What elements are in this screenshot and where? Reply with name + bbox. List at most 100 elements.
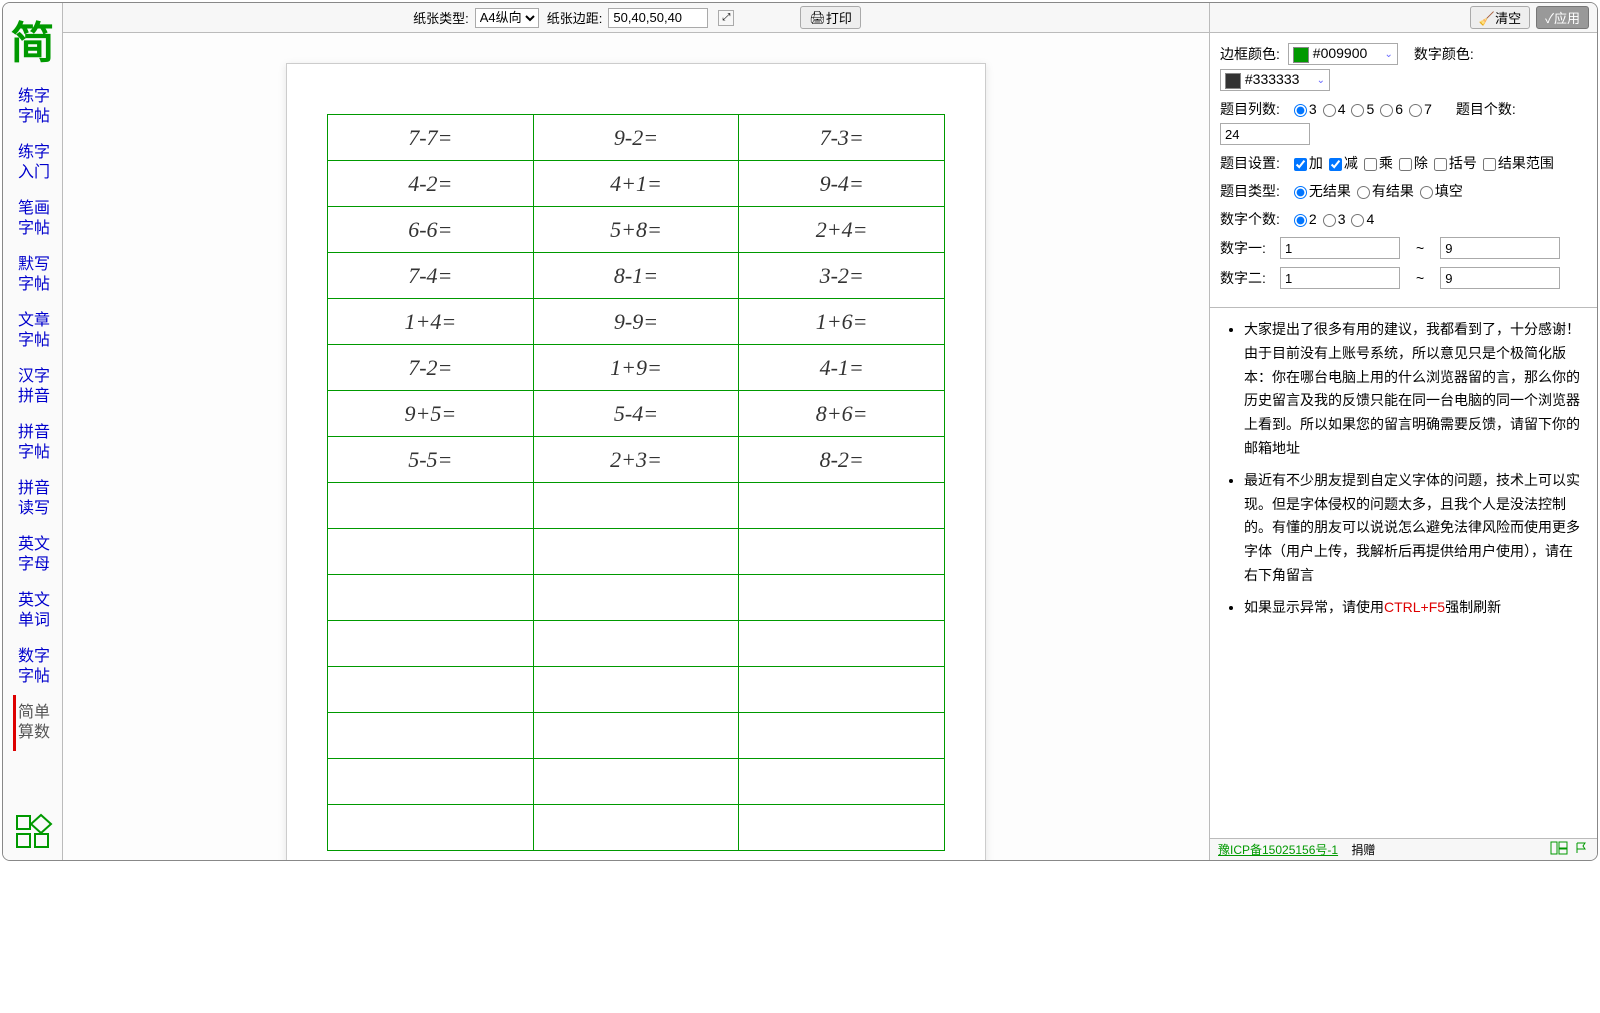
border-color-select[interactable]: #009900 ⌄ xyxy=(1288,43,1398,65)
border-color-label: 边框颜色: xyxy=(1220,44,1280,64)
type-label: 题目类型: xyxy=(1220,181,1280,201)
number-color-select[interactable]: #333333 ⌄ xyxy=(1220,69,1330,91)
problem-cell xyxy=(533,529,739,575)
problem-cell: 8-1= xyxy=(533,253,739,299)
problem-cell xyxy=(328,529,534,575)
nav-item-9[interactable]: 英文单词 xyxy=(13,583,52,639)
apply-button[interactable]: ✓应用 xyxy=(1536,6,1589,29)
num2-to-input[interactable] xyxy=(1440,267,1560,289)
problem-cell xyxy=(328,805,534,851)
cols-option[interactable]: 4 xyxy=(1317,101,1346,117)
num2-from-input[interactable] xyxy=(1280,267,1400,289)
problem-cell: 2+4= xyxy=(739,207,945,253)
notes-panel[interactable]: 大家提出了很多有用的建议，我都看到了，十分感谢！由于目前没有上账号系统，所以意见… xyxy=(1210,307,1597,838)
type-option[interactable]: 无结果 xyxy=(1288,183,1351,199)
nav-item-2[interactable]: 笔画字帖 xyxy=(13,191,52,247)
problem-cell xyxy=(739,529,945,575)
problem-cell: 5+8= xyxy=(533,207,739,253)
number-color-label: 数字颜色: xyxy=(1414,44,1474,64)
canvas[interactable]: 7-7=9-2=7-3=4-2=4+1=9-4=6-6=5+8=2+4=7-4=… xyxy=(63,33,1209,860)
op-option[interactable]: 结果范围 xyxy=(1477,155,1554,171)
num1-from-input[interactable] xyxy=(1280,237,1400,259)
donate-link[interactable]: 捐赠 xyxy=(1351,843,1375,857)
color-chip-icon xyxy=(1225,73,1241,89)
nav-item-4[interactable]: 文章字帖 xyxy=(13,303,52,359)
grid-icon[interactable] xyxy=(1550,841,1568,855)
main-area: 纸张类型: A4纵向 纸张边距: ⤢ 🖨 打印 7-7=9-2=7-3=4-2=… xyxy=(63,3,1209,860)
margin-label: 纸张边距: xyxy=(547,8,603,27)
chevron-down-icon: ⌄ xyxy=(1385,49,1393,60)
problem-cell xyxy=(739,713,945,759)
problem-cell xyxy=(328,667,534,713)
type-option[interactable]: 填空 xyxy=(1414,183,1463,199)
count-input[interactable] xyxy=(1220,123,1310,145)
shapes-icon[interactable] xyxy=(13,812,53,852)
problem-cell: 7-2= xyxy=(328,345,534,391)
problem-cell xyxy=(739,667,945,713)
problem-cell: 4+1= xyxy=(533,161,739,207)
expand-icon[interactable]: ⤢ xyxy=(718,10,734,26)
clear-button[interactable]: 🧹清空 xyxy=(1470,6,1530,29)
problem-cell xyxy=(533,483,739,529)
icp-link[interactable]: 豫ICP备15025156号-1 xyxy=(1218,843,1338,857)
print-button[interactable]: 🖨 打印 xyxy=(800,6,861,29)
nav-item-1[interactable]: 练字入门 xyxy=(13,135,52,191)
num1-to-input[interactable] xyxy=(1440,237,1560,259)
problem-cell xyxy=(533,713,739,759)
problem-cell: 6-6= xyxy=(328,207,534,253)
nav-item-7[interactable]: 拼音读写 xyxy=(13,471,52,527)
nav-item-8[interactable]: 英文字母 xyxy=(13,527,52,583)
problem-cell: 7-7= xyxy=(328,115,534,161)
numcount-option[interactable]: 2 xyxy=(1288,211,1317,227)
problem-cell xyxy=(739,759,945,805)
top-toolbar: 纸张类型: A4纵向 纸张边距: ⤢ 🖨 打印 xyxy=(63,3,1209,33)
num1-label: 数字一: xyxy=(1220,238,1272,258)
numcount-option[interactable]: 3 xyxy=(1317,211,1346,227)
nav-item-0[interactable]: 练字字帖 xyxy=(13,79,52,135)
problem-cell: 7-4= xyxy=(328,253,534,299)
num2-label: 数字二: xyxy=(1220,268,1272,288)
cols-label: 题目列数: xyxy=(1220,99,1280,119)
op-option[interactable]: 乘 xyxy=(1358,155,1393,171)
ops-label: 题目设置: xyxy=(1220,153,1280,173)
cols-option[interactable]: 5 xyxy=(1345,101,1374,117)
worksheet-page: 7-7=9-2=7-3=4-2=4+1=9-4=6-6=5+8=2+4=7-4=… xyxy=(286,63,986,860)
flag-icon[interactable] xyxy=(1575,841,1589,855)
nav-item-6[interactable]: 拼音字帖 xyxy=(13,415,52,471)
nav-item-11[interactable]: 简单算数 xyxy=(13,695,52,751)
type-option[interactable]: 有结果 xyxy=(1351,183,1414,199)
problem-cell: 5-4= xyxy=(533,391,739,437)
problem-cell: 4-1= xyxy=(739,345,945,391)
cols-option[interactable]: 3 xyxy=(1288,101,1317,117)
margin-input[interactable] xyxy=(608,8,708,28)
count-label: 题目个数: xyxy=(1456,99,1516,119)
tilde-label: ~ xyxy=(1404,270,1436,286)
problem-cell xyxy=(533,575,739,621)
cols-option[interactable]: 6 xyxy=(1374,101,1403,117)
numcount-label: 数字个数: xyxy=(1220,209,1280,229)
right-toolbar: 🧹清空 ✓应用 xyxy=(1210,3,1597,33)
nav-item-3[interactable]: 默写字帖 xyxy=(13,247,52,303)
paper-type-select[interactable]: A4纵向 xyxy=(475,8,539,28)
cols-option[interactable]: 7 xyxy=(1403,101,1432,117)
tilde-label: ~ xyxy=(1404,240,1436,256)
problem-cell: 9-2= xyxy=(533,115,739,161)
problem-cell: 8-2= xyxy=(739,437,945,483)
sidebar: 简 练字字帖练字入门笔画字帖默写字帖文章字帖汉字拼音拼音字帖拼音读写英文字母英文… xyxy=(3,3,63,860)
nav-item-10[interactable]: 数字字帖 xyxy=(13,639,52,695)
op-option[interactable]: 减 xyxy=(1323,155,1358,171)
problem-cell xyxy=(533,667,739,713)
problem-cell: 3-2= xyxy=(739,253,945,299)
nav-item-5[interactable]: 汉字拼音 xyxy=(13,359,52,415)
problem-cell xyxy=(739,805,945,851)
problem-cell: 5-5= xyxy=(328,437,534,483)
problem-cell xyxy=(739,621,945,667)
numcount-option[interactable]: 4 xyxy=(1345,211,1374,227)
problem-cell: 9-4= xyxy=(739,161,945,207)
paper-type-label: 纸张类型: xyxy=(413,8,469,27)
op-option[interactable]: 加 xyxy=(1288,155,1323,171)
broom-icon: 🧹 xyxy=(1479,11,1495,26)
problem-cell xyxy=(533,621,739,667)
op-option[interactable]: 括号 xyxy=(1428,155,1477,171)
op-option[interactable]: 除 xyxy=(1393,155,1428,171)
